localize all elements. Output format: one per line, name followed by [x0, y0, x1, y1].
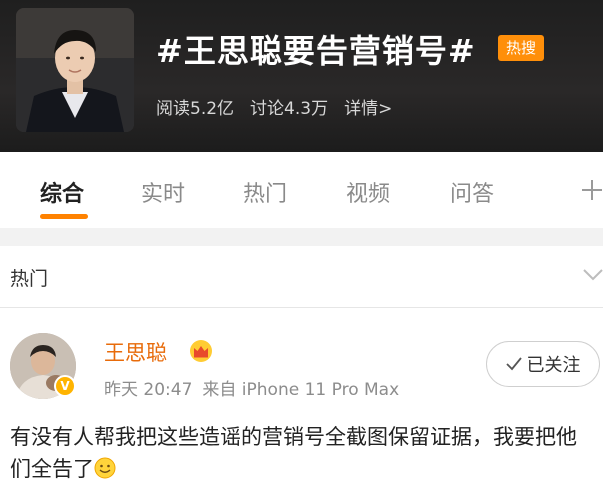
topic-header: #王思聪要告营销号# 热搜 阅读5.2亿 讨论4.3万 详情> — [0, 0, 603, 152]
tab-all[interactable]: 综合 — [40, 176, 84, 208]
chevron-down-icon[interactable] — [582, 268, 603, 282]
follow-button[interactable]: 已关注 — [486, 341, 600, 387]
discussion-count: 讨论4.3万 — [250, 99, 329, 119]
add-icon[interactable] — [580, 178, 603, 202]
divider — [0, 228, 603, 246]
topic-image[interactable] — [16, 8, 134, 132]
post-text: 有没有人帮我把这些造谣的营销号全截图保留证据，我要把他们全告了 — [10, 421, 595, 485]
tab-video[interactable]: 视频 — [346, 176, 390, 208]
tab-hot[interactable]: 热门 — [243, 176, 287, 208]
verified-icon: V — [54, 375, 76, 397]
post-time: 昨天 20:47 — [104, 380, 193, 400]
tab-realtime[interactable]: 实时 — [141, 176, 185, 208]
crown-icon — [190, 340, 212, 362]
topic-stats: 阅读5.2亿 讨论4.3万 详情> — [156, 94, 392, 119]
topic-title: #王思聪要告营销号# — [156, 32, 476, 70]
active-tab-indicator — [40, 214, 88, 219]
post-meta: 昨天 20:47 来自 iPhone 11 Pro Max — [104, 375, 409, 400]
tab-qa[interactable]: 问答 — [450, 176, 494, 208]
read-count: 阅读5.2亿 — [156, 99, 235, 119]
section-header[interactable]: 热门 — [0, 246, 603, 308]
post-source: 来自 iPhone 11 Pro Max — [202, 380, 400, 400]
section-title: 热门 — [10, 268, 49, 290]
checkmark-icon — [505, 357, 522, 371]
author-name[interactable]: 王思聪 — [104, 337, 167, 367]
tab-bar: 综合 实时 热门 视频 问答 — [0, 152, 603, 228]
hot-badge: 热搜 — [498, 35, 544, 61]
post-card: V 王思聪 昨天 20:47 来自 iPhone 11 Pro Max 已关注 有… — [0, 309, 603, 495]
follow-label: 已关注 — [526, 355, 581, 376]
smile-emoji-icon — [94, 457, 116, 479]
details-link[interactable]: 详情> — [344, 94, 392, 119]
